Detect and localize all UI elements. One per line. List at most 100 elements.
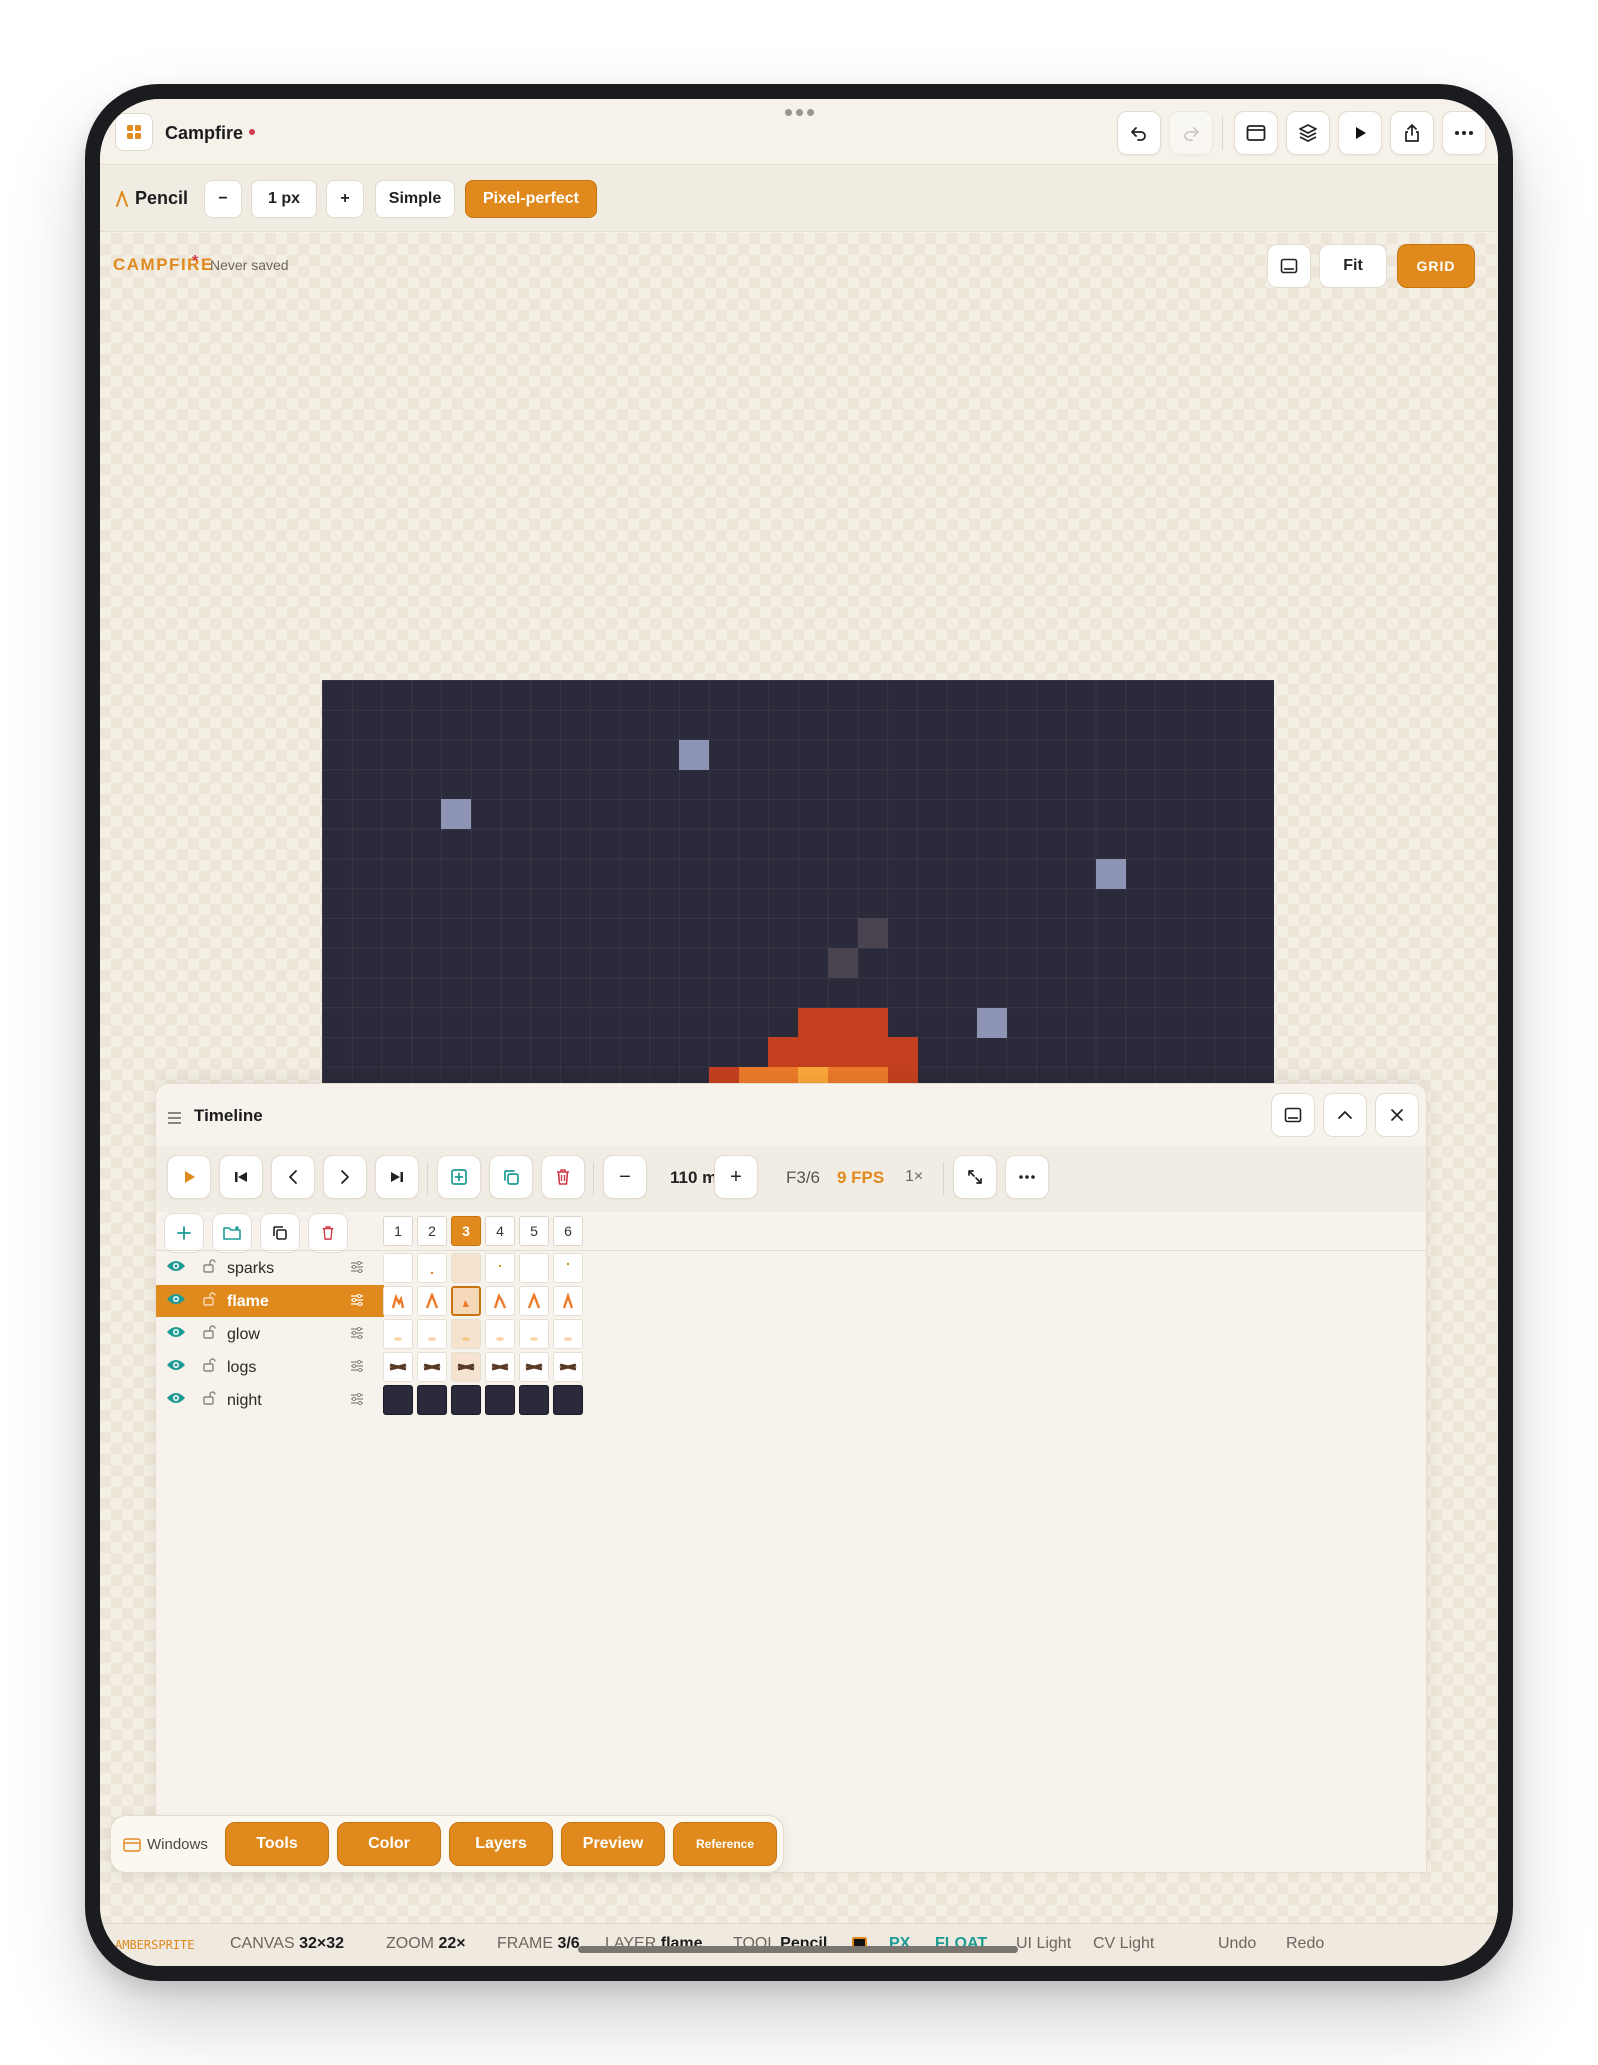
cel-night-2[interactable] [417,1385,447,1415]
layer-row-glow[interactable]: glow [156,1318,384,1350]
layers-stack-button[interactable] [1286,111,1330,155]
grid-toggle-button[interactable]: GRID [1397,244,1475,288]
eye-icon[interactable] [166,1292,186,1306]
cel-glow-5[interactable] [519,1319,549,1349]
unlock-icon[interactable] [202,1324,216,1340]
status-undo-button[interactable]: Undo [1218,1935,1256,1953]
timeline-dock-button[interactable] [1271,1093,1315,1137]
cel-sparks-4[interactable] [485,1253,515,1283]
cel-sparks-1[interactable] [383,1253,413,1283]
cel-logs-5[interactable] [519,1352,549,1382]
cel-flame-6[interactable] [553,1286,583,1316]
home-indicator[interactable] [578,1946,1018,1953]
cel-glow-2[interactable] [417,1319,447,1349]
frame-header-3[interactable]: 3 [451,1216,481,1246]
duration-increase-button[interactable]: + [714,1155,758,1199]
dock-color-button[interactable]: Color [337,1822,441,1866]
unlock-icon[interactable] [202,1357,216,1373]
size-increase-button[interactable]: + [326,180,364,218]
drag-handle-icon[interactable] [168,1112,181,1127]
cel-sparks-5[interactable] [519,1253,549,1283]
redo-button[interactable] [1169,111,1213,155]
mode-simple-button[interactable]: Simple [375,180,455,218]
timeline-more-button[interactable] [1005,1155,1049,1199]
cel-logs-6[interactable] [553,1352,583,1382]
last-frame-button[interactable] [375,1155,419,1199]
unlock-icon[interactable] [202,1258,216,1274]
frame-header-4[interactable]: 4 [485,1216,515,1246]
canvas-panel-toggle-button[interactable] [1267,244,1311,288]
play-button[interactable] [167,1155,211,1199]
play-preview-button[interactable] [1338,111,1382,155]
multitask-grabber[interactable] [784,109,814,117]
fit-button[interactable]: Fit [1319,244,1387,288]
add-frame-button[interactable] [437,1155,481,1199]
timeline-close-button[interactable] [1375,1093,1419,1137]
cel-glow-6[interactable] [553,1319,583,1349]
fps-readout[interactable]: 9 FPS [837,1168,884,1188]
dock-layers-button[interactable]: Layers [449,1822,553,1866]
ui-theme-toggle[interactable]: UI Light [1016,1935,1071,1953]
cel-flame-5[interactable] [519,1286,549,1316]
cel-flame-1[interactable] [383,1286,413,1316]
eye-icon[interactable] [166,1391,186,1405]
more-menu-button[interactable] [1442,111,1486,155]
cel-night-6[interactable] [553,1385,583,1415]
cel-night-1[interactable] [383,1385,413,1415]
duration-decrease-button[interactable]: − [603,1155,647,1199]
status-redo-button[interactable]: Redo [1286,1935,1324,1953]
cel-glow-4[interactable] [485,1319,515,1349]
eye-icon[interactable] [166,1358,186,1372]
cel-glow-1[interactable] [383,1319,413,1349]
eye-icon[interactable] [166,1325,186,1339]
expand-timeline-button[interactable] [953,1155,997,1199]
timeline-collapse-button[interactable] [1323,1093,1367,1137]
playback-speed[interactable]: 1× [905,1168,923,1186]
cel-sparks-3[interactable] [451,1253,481,1283]
mode-pixel-perfect-button[interactable]: Pixel-perfect [465,180,597,218]
eye-icon[interactable] [166,1259,186,1273]
app-menu-icon[interactable] [115,113,153,151]
brush-size-field[interactable]: 1 px [251,180,317,218]
sliders-icon[interactable] [350,1294,364,1306]
delete-layer-button[interactable] [308,1213,348,1253]
previous-frame-button[interactable] [271,1155,315,1199]
cel-flame-3[interactable] [451,1286,481,1316]
next-frame-button[interactable] [323,1155,367,1199]
sliders-icon[interactable] [350,1393,364,1405]
cel-night-5[interactable] [519,1385,549,1415]
undo-button[interactable] [1117,111,1161,155]
cel-flame-2[interactable] [417,1286,447,1316]
duplicate-frame-button[interactable] [489,1155,533,1199]
sliders-icon[interactable] [350,1360,364,1372]
cel-logs-2[interactable] [417,1352,447,1382]
layer-row-logs[interactable]: logs [156,1351,384,1383]
cel-logs-3[interactable] [451,1352,481,1382]
window-button[interactable] [1234,111,1278,155]
dock-tools-button[interactable]: Tools [225,1822,329,1866]
cel-night-4[interactable] [485,1385,515,1415]
cel-logs-4[interactable] [485,1352,515,1382]
dock-reference-button[interactable]: Reference [673,1822,777,1866]
frame-header-5[interactable]: 5 [519,1216,549,1246]
size-decrease-button[interactable]: − [204,180,242,218]
delete-frame-button[interactable] [541,1155,585,1199]
frame-header-6[interactable]: 6 [553,1216,583,1246]
add-group-button[interactable] [212,1213,252,1253]
canvas-theme-toggle[interactable]: CV Light [1093,1935,1154,1953]
cel-sparks-6[interactable] [553,1253,583,1283]
cel-glow-3[interactable] [451,1319,481,1349]
unlock-icon[interactable] [202,1291,216,1307]
cel-logs-1[interactable] [383,1352,413,1382]
frame-header-1[interactable]: 1 [383,1216,413,1246]
unlock-icon[interactable] [202,1390,216,1406]
dock-preview-button[interactable]: Preview [561,1822,665,1866]
document-title[interactable]: Campfire [165,123,256,144]
cel-flame-4[interactable] [485,1286,515,1316]
layer-row-sparks[interactable]: sparks [156,1252,384,1284]
layer-row-flame[interactable]: flame [156,1285,384,1317]
add-layer-button[interactable] [164,1213,204,1253]
layer-row-night[interactable]: night [156,1384,384,1416]
first-frame-button[interactable] [219,1155,263,1199]
cel-night-3[interactable] [451,1385,481,1415]
